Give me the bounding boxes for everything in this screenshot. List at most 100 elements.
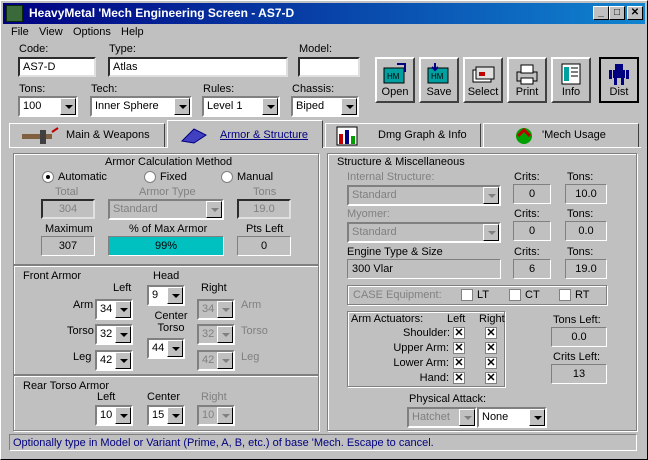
rules-select[interactable]: Level 1	[202, 96, 280, 117]
engine-label: Engine Type & Size	[347, 246, 443, 258]
chevron-down-icon[interactable]	[262, 98, 278, 115]
internal-structure-select[interactable]: Standard	[347, 185, 501, 206]
physical-attack-select[interactable]: Hatchet	[407, 407, 477, 428]
right-col-label: Right	[201, 282, 227, 294]
head-select[interactable]: 9	[147, 285, 185, 306]
manual-label[interactable]: Manual	[237, 171, 273, 183]
chevron-down-icon[interactable]	[167, 287, 183, 304]
case-rt-checkbox[interactable]	[559, 289, 571, 301]
left-upper-arm-checkbox[interactable]: ✕	[453, 342, 465, 354]
chevron-down-icon[interactable]	[341, 98, 357, 115]
main-window: HeavyMetal 'Mech Engineering Screen - AS…	[0, 0, 648, 460]
engine-value[interactable]: 300 Vlar	[347, 259, 501, 279]
graph-icon	[336, 126, 358, 146]
code-field[interactable]: AS7-D	[18, 57, 96, 77]
menu-file[interactable]: File	[11, 26, 29, 38]
tab-mech-usage[interactable]: 'Mech Usage	[483, 123, 639, 147]
save-button[interactable]: HM Save	[419, 57, 459, 103]
front-armor-title: Front Armor	[23, 270, 82, 282]
info-document-icon	[561, 63, 581, 85]
left-col-label: Left	[113, 282, 132, 294]
manual-radio[interactable]	[221, 171, 233, 183]
case-label: CASE Equipment:	[353, 289, 442, 301]
chevron-down-icon[interactable]	[529, 409, 545, 426]
left-arm-label: Arm	[73, 299, 94, 311]
tab-armor-structure[interactable]: Armor & Structure	[167, 120, 323, 148]
info-button[interactable]: Info	[551, 57, 591, 103]
chevron-down-icon[interactable]	[115, 352, 131, 369]
physical-attack-select-2[interactable]: None	[477, 407, 547, 428]
pct-max-label: % of Max Armor	[129, 223, 208, 235]
engine-tons-value: 19.0	[565, 259, 607, 279]
tons-select[interactable]: 100	[18, 96, 78, 117]
fixed-radio[interactable]	[144, 171, 156, 183]
right-shoulder-checkbox[interactable]: ✕	[485, 327, 497, 339]
case-lt-checkbox[interactable]	[461, 289, 473, 301]
chevron-down-icon[interactable]	[483, 187, 499, 204]
right-hand-checkbox[interactable]: ✕	[485, 372, 497, 384]
print-button[interactable]: Print	[507, 57, 547, 103]
chevron-down-icon[interactable]	[174, 98, 190, 115]
internal-crits-value: 0	[513, 184, 551, 204]
chevron-down-icon[interactable]	[459, 409, 475, 426]
left-shoulder-checkbox[interactable]: ✕	[453, 327, 465, 339]
dist-button[interactable]: Dist	[599, 57, 639, 103]
right-lower-arm-checkbox[interactable]: ✕	[485, 357, 497, 369]
chevron-down-icon[interactable]	[60, 98, 76, 115]
svg-text:HM: HM	[431, 72, 444, 81]
chevron-down-icon[interactable]	[206, 201, 222, 218]
armor-type-select[interactable]: Standard	[108, 199, 224, 220]
minimize-button[interactable]: _	[593, 6, 609, 20]
tech-select[interactable]: Inner Sphere	[90, 96, 192, 117]
chevron-down-icon[interactable]	[115, 326, 131, 343]
right-arm-label: Arm	[241, 299, 262, 311]
menu-options[interactable]: Options	[73, 26, 111, 38]
engine-crits-label: Crits:	[514, 246, 540, 258]
armor-tons-label: Tons	[253, 186, 277, 198]
rear-left-label: Left	[97, 391, 116, 403]
chevron-down-icon[interactable]	[167, 407, 183, 424]
rear-center-select[interactable]: 15	[147, 405, 185, 426]
left-hand-checkbox[interactable]: ✕	[453, 372, 465, 384]
total-field: 304	[41, 199, 95, 219]
close-button[interactable]: ✕	[627, 6, 643, 20]
type-label: Type:	[109, 43, 136, 55]
chevron-down-icon[interactable]	[115, 301, 131, 318]
rear-left-select[interactable]: 10	[95, 405, 133, 426]
fixed-label[interactable]: Fixed	[160, 171, 187, 183]
right-upper-arm-checkbox[interactable]: ✕	[485, 342, 497, 354]
automatic-radio[interactable]	[42, 171, 54, 183]
actuators-right-label: Right	[479, 313, 505, 325]
right-arm-select: 34	[197, 299, 235, 320]
rear-center-label: Center	[147, 391, 181, 403]
left-arm-select[interactable]: 34	[95, 299, 133, 320]
chevron-down-icon[interactable]	[483, 224, 499, 241]
chevron-down-icon[interactable]	[115, 407, 131, 424]
case-lt-label: LT	[477, 289, 490, 301]
myomer-crits-value: 0	[513, 221, 551, 241]
model-field[interactable]	[298, 57, 360, 77]
automatic-label[interactable]: Automatic	[58, 171, 107, 183]
center-torso-label: Center Torso	[154, 310, 188, 334]
rear-right-label: Right	[201, 391, 227, 403]
tab-main-weapons[interactable]: Main & Weapons	[9, 123, 165, 147]
maximize-button[interactable]: □	[609, 6, 625, 20]
open-button[interactable]: HM Open	[375, 57, 415, 103]
chassis-select[interactable]: Biped	[291, 96, 359, 117]
tab-dmg-graph[interactable]: Dmg Graph & Info	[325, 123, 481, 147]
left-leg-select[interactable]: 42	[95, 350, 133, 371]
select-button[interactable]: Select	[463, 57, 503, 103]
chevron-down-icon[interactable]	[167, 340, 183, 357]
menu-help[interactable]: Help	[121, 26, 144, 38]
head-label: Head	[153, 270, 180, 282]
engine-crits-value: 6	[513, 259, 551, 279]
left-lower-arm-checkbox[interactable]: ✕	[453, 357, 465, 369]
myomer-select[interactable]: Standard	[347, 222, 501, 243]
menu-view[interactable]: View	[39, 26, 63, 38]
case-ct-checkbox[interactable]	[509, 289, 521, 301]
maximum-label: Maximum	[45, 223, 93, 235]
left-torso-select[interactable]: 32	[95, 324, 133, 345]
type-field[interactable]: Atlas	[108, 57, 288, 77]
status-bar: Optionally type in Model or Variant (Pri…	[9, 434, 637, 451]
center-torso-select[interactable]: 44	[147, 338, 185, 359]
